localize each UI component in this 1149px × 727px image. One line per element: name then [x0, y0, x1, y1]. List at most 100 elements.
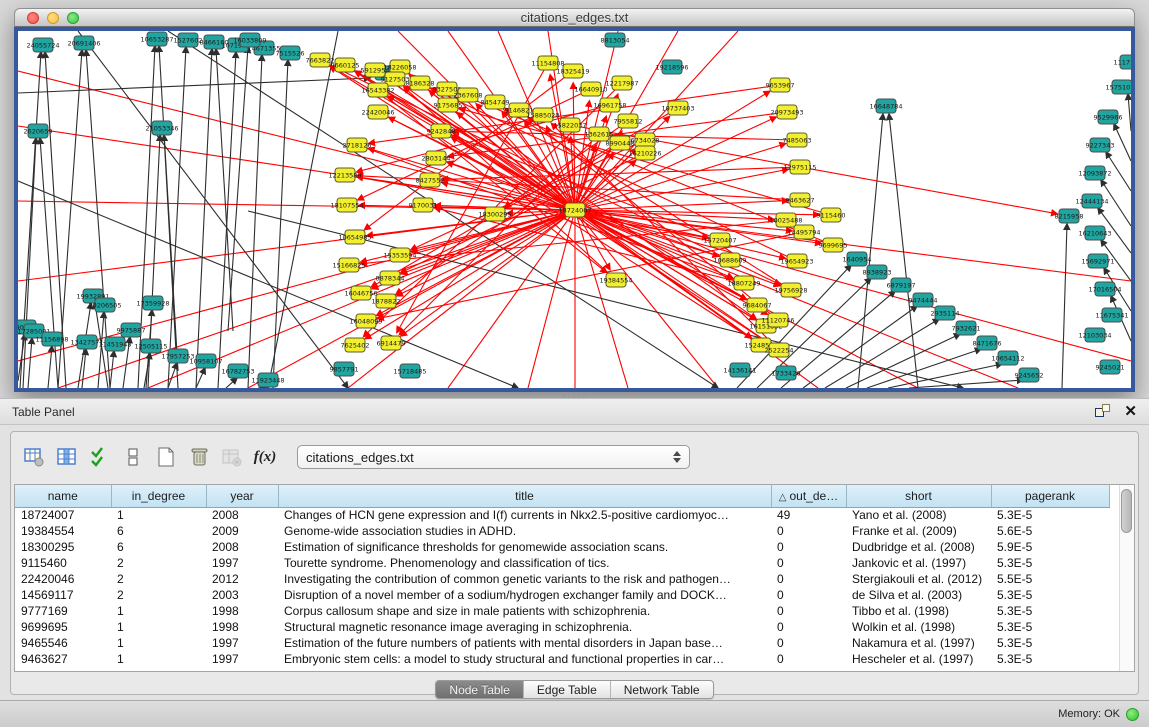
network-node-label: 8878344 [376, 274, 405, 282]
table-scrollbar-thumb[interactable] [1121, 489, 1132, 533]
float-panel-icon[interactable] [1095, 404, 1110, 419]
network-edge [228, 47, 248, 331]
table-row[interactable]: 911546021997Tourette syndrome. Phenomeno… [15, 555, 1109, 571]
network-node-label: 2803144 [422, 154, 451, 162]
network-node-label: 15720407 [703, 236, 736, 244]
network-node-label: 21053346 [145, 124, 178, 132]
column-header[interactable]: △out_de… [771, 485, 846, 507]
table-row[interactable]: 1830029562008Estimation of significance … [15, 539, 1109, 555]
cell: 9115460 [15, 555, 111, 571]
window-titlebar[interactable]: citations_edges.txt [14, 8, 1135, 27]
function-builder-icon[interactable]: f(x) [250, 442, 280, 472]
tab-node-table[interactable]: Node Table [436, 681, 524, 698]
network-canvas[interactable]: 2405572420691406106532871527602846616010… [18, 31, 1131, 388]
table-select-dropdown[interactable]: citations_edges.txt [297, 445, 690, 469]
network-node-label: 11923448 [251, 376, 284, 384]
new-table-icon[interactable] [151, 442, 181, 472]
network-node-label: 9170031 [409, 201, 438, 209]
network-node-label: 17016504 [1088, 285, 1121, 293]
network-node-label: 16210643 [1078, 229, 1111, 237]
cell: 1 [111, 651, 206, 667]
table-scrollbar[interactable] [1119, 485, 1134, 671]
network-node-label: 9653967 [766, 81, 795, 89]
network-node-label: 2935114 [931, 309, 960, 317]
tab-edge-table[interactable]: Edge Table [524, 681, 611, 698]
cell: Hescheler et al. (1997) [846, 651, 991, 667]
cell: 14569117 [15, 587, 111, 603]
close-panel-icon[interactable]: ✕ [1124, 404, 1137, 419]
table-panel-body: f(x) citations_edges.txt namein_degreeye… [10, 431, 1139, 695]
delete-table-icon[interactable] [217, 442, 247, 472]
column-header[interactable]: year [206, 485, 278, 507]
cell: 18300295 [15, 539, 111, 555]
cell: 0 [771, 603, 846, 619]
column-header[interactable]: short [846, 485, 991, 507]
column-header[interactable]: in_degree [111, 485, 206, 507]
cell: Structural magnetic resonance image aver… [278, 619, 771, 635]
network-node-label: 18226058 [383, 63, 416, 71]
status-bar: Memory: OK [0, 700, 1149, 727]
network-node-label: 7515526 [276, 49, 305, 57]
cell: 1 [111, 635, 206, 651]
table-row[interactable]: 946554611997Estimation of the future num… [15, 635, 1109, 651]
cell: 0 [771, 555, 846, 571]
zoom-window-button[interactable] [67, 12, 79, 24]
table-row[interactable]: 969969511998Structural magnetic resonanc… [15, 619, 1109, 635]
select-all-icon[interactable] [85, 442, 115, 472]
window-controls [27, 12, 79, 24]
column-header[interactable]: title [278, 485, 771, 507]
network-node-label: 6734028 [631, 136, 660, 144]
table-row[interactable]: 977716911998Corpus callosum shape and si… [15, 603, 1109, 619]
column-header[interactable]: name [15, 485, 111, 507]
network-node-label: 20973493 [770, 108, 803, 116]
cell: 22420046 [15, 571, 111, 587]
network-edge [28, 338, 32, 388]
network-node-label: 16033809 [233, 36, 266, 44]
network-node-label: 16648784 [869, 102, 902, 110]
network-node-label: 15166825 [332, 261, 365, 269]
table-row[interactable]: 1456911722003Disruption of a novel membe… [15, 587, 1109, 603]
memory-status-icon [1126, 708, 1139, 721]
column-header[interactable]: pagerank [991, 485, 1109, 507]
network-node-label: 12444134 [1075, 197, 1108, 205]
cell: Embryonic stem cells: a model to study s… [278, 651, 771, 667]
table-row[interactable]: 1872400712008Changes of HCN gene express… [15, 507, 1109, 523]
network-node-label: 19654923 [780, 257, 813, 265]
network-node-label: 20691406 [67, 39, 100, 47]
minimize-window-button[interactable] [47, 12, 59, 24]
tab-network-table[interactable]: Network Table [611, 681, 713, 698]
table-settings-icon[interactable] [19, 442, 49, 472]
network-edge [1062, 224, 1067, 388]
table-row[interactable]: 946362711997Embryonic stem cells: a mode… [15, 651, 1109, 667]
network-node-label: 7625402 [341, 341, 370, 349]
row-height-icon[interactable] [118, 442, 148, 472]
cell: 0 [771, 619, 846, 635]
delete-column-icon[interactable] [184, 442, 214, 472]
desktop: citations_edges.txt 24055724206914061065… [0, 0, 1149, 727]
network-edge [23, 138, 36, 388]
cell: 1997 [206, 635, 278, 651]
cell: 9777169 [15, 603, 111, 619]
network-edge [248, 55, 262, 388]
network-node-label: 9975887 [117, 326, 146, 334]
cell: 1998 [206, 603, 278, 619]
table-row[interactable]: 2242004622012Investigating the contribut… [15, 571, 1109, 587]
network-node-label: 20206505 [88, 301, 121, 309]
table-panel-header: Table Panel ✕ [0, 399, 1149, 425]
cell: Estimation of significance thresholds fo… [278, 539, 771, 555]
network-node-label: 1733426 [772, 369, 801, 377]
column-visibility-icon[interactable] [52, 442, 82, 472]
close-window-button[interactable] [27, 12, 39, 24]
table-tabs-row: Node Table Edge Table Network Table [11, 680, 1138, 699]
network-node-label: 7485063 [783, 136, 812, 144]
network-node-label: 10958107 [189, 357, 222, 365]
network-node-label: 14495794 [787, 228, 820, 236]
network-node-label: 10025488 [769, 216, 802, 224]
table-panel-title: Table Panel [12, 405, 75, 419]
cell: Genome-wide association studies in ADHD. [278, 523, 771, 539]
network-node-label: 9242848 [427, 127, 456, 135]
network-node-label: 8186328 [406, 79, 435, 87]
table-row[interactable]: 1938455462009Genome-wide association stu… [15, 523, 1109, 539]
cell: Disruption of a novel member of a sodium… [278, 587, 771, 603]
network-node-label: 8813054 [601, 36, 630, 44]
